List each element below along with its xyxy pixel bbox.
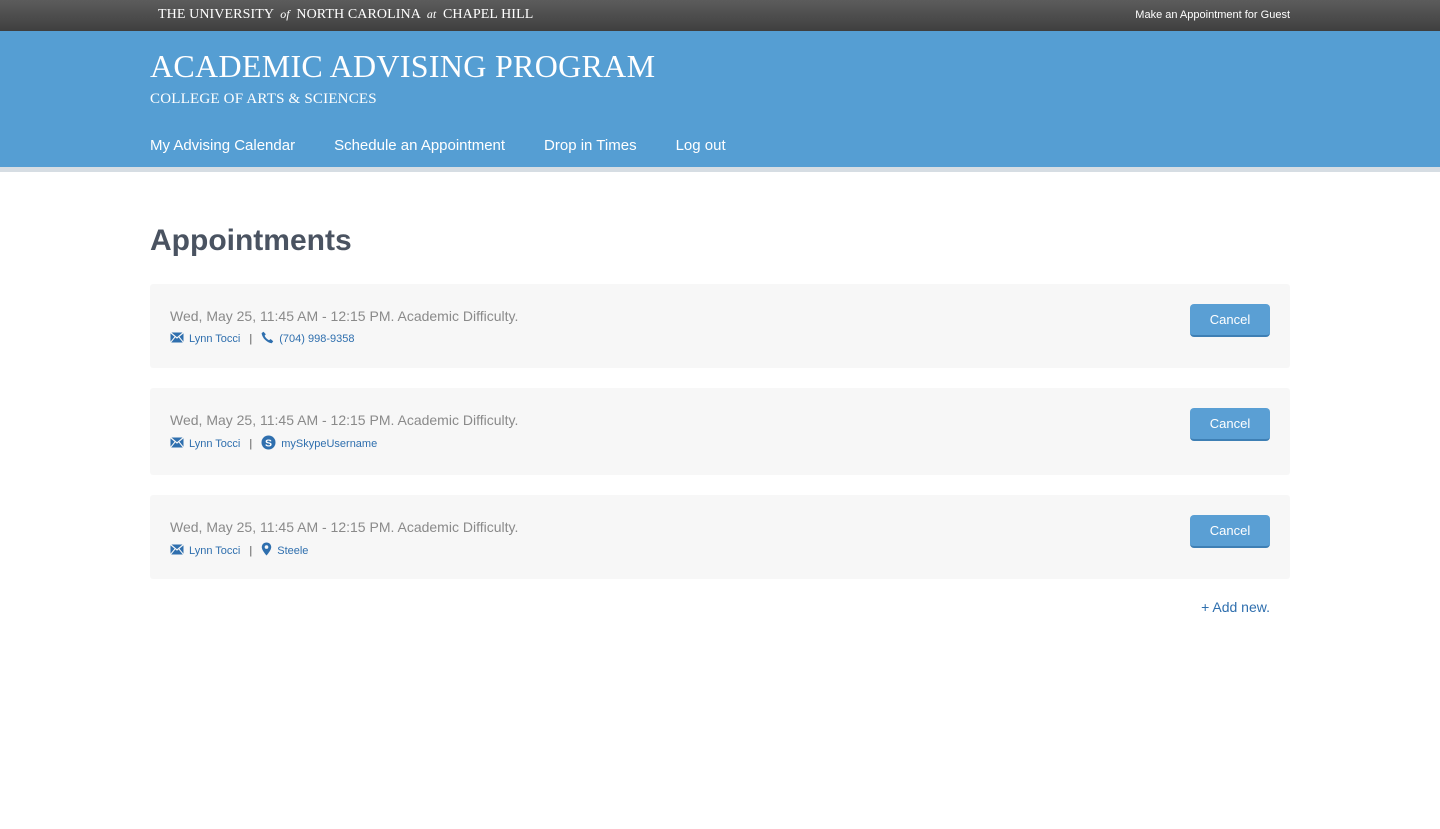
site-title[interactable]: ACADEMIC ADVISING PROGRAM xyxy=(150,48,655,85)
university-bar: THE UNIVERSITY of NORTH CAROLINA at CHAP… xyxy=(0,0,1440,31)
nav-my-advising-calendar[interactable]: My Advising Calendar xyxy=(150,137,295,154)
advisor-skype-link[interactable]: mySkypeUsername xyxy=(281,438,377,450)
site-subtitle: COLLEGE OF ARTS & SCIENCES xyxy=(150,91,377,107)
university-name-part: THE UNIVERSITY xyxy=(158,7,274,22)
add-new-appointment-link[interactable]: + Add new. xyxy=(1201,599,1270,615)
appointment-time: Wed, May 25, 11:45 AM - 12:15 PM. Academ… xyxy=(170,519,519,535)
envelope-icon xyxy=(170,543,184,558)
university-name-of: of xyxy=(280,7,290,21)
location-link[interactable]: Steele xyxy=(277,545,308,557)
main-nav: My Advising Calendar Schedule an Appoint… xyxy=(150,137,765,154)
appointment-card: Wed, May 25, 11:45 AM - 12:15 PM. Academ… xyxy=(150,388,1290,475)
map-pin-icon xyxy=(261,542,272,559)
separator: | xyxy=(249,438,253,450)
cancel-button[interactable]: Cancel xyxy=(1190,408,1270,441)
appointment-card: Wed, May 25, 11:45 AM - 12:15 PM. Academ… xyxy=(150,284,1290,368)
svg-text:S: S xyxy=(265,437,272,449)
appointment-details: Lynn Tocci | (704) 998-9358 xyxy=(170,331,354,347)
university-name-at: at xyxy=(426,7,437,21)
appointment-details: Lynn Tocci | Steele xyxy=(170,542,308,559)
skype-icon: S xyxy=(261,435,276,453)
nav-schedule-appointment[interactable]: Schedule an Appointment xyxy=(334,137,505,154)
page-title: Appointments xyxy=(150,224,352,257)
separator: | xyxy=(249,544,253,557)
appointment-card: Wed, May 25, 11:45 AM - 12:15 PM. Academ… xyxy=(150,495,1290,579)
envelope-icon xyxy=(170,437,184,451)
university-name-part: NORTH CAROLINA xyxy=(296,7,421,22)
nav-drop-in-times[interactable]: Drop in Times xyxy=(544,137,637,154)
advisor-phone-link[interactable]: (704) 998-9358 xyxy=(279,333,354,345)
appointment-time: Wed, May 25, 11:45 AM - 12:15 PM. Academ… xyxy=(170,412,519,428)
appointment-details: Lynn Tocci | S mySkypeUsername xyxy=(170,435,377,453)
separator: | xyxy=(249,333,253,345)
guest-appointment-link[interactable]: Make an Appointment for Guest xyxy=(1135,9,1290,21)
cancel-button[interactable]: Cancel xyxy=(1190,304,1270,337)
advisor-email-link[interactable]: Lynn Tocci xyxy=(189,333,240,345)
cancel-button[interactable]: Cancel xyxy=(1190,515,1270,548)
advisor-email-link[interactable]: Lynn Tocci xyxy=(189,545,240,557)
university-name-part: CHAPEL HILL xyxy=(442,7,534,22)
nav-log-out[interactable]: Log out xyxy=(676,137,726,154)
envelope-icon xyxy=(170,332,184,346)
appointment-time: Wed, May 25, 11:45 AM - 12:15 PM. Academ… xyxy=(170,308,519,324)
site-header: ACADEMIC ADVISING PROGRAM COLLEGE OF ART… xyxy=(0,31,1440,172)
phone-icon xyxy=(261,331,274,347)
university-wordmark[interactable]: THE UNIVERSITY of NORTH CAROLINA at CHAP… xyxy=(158,7,533,23)
advisor-email-link[interactable]: Lynn Tocci xyxy=(189,438,240,450)
